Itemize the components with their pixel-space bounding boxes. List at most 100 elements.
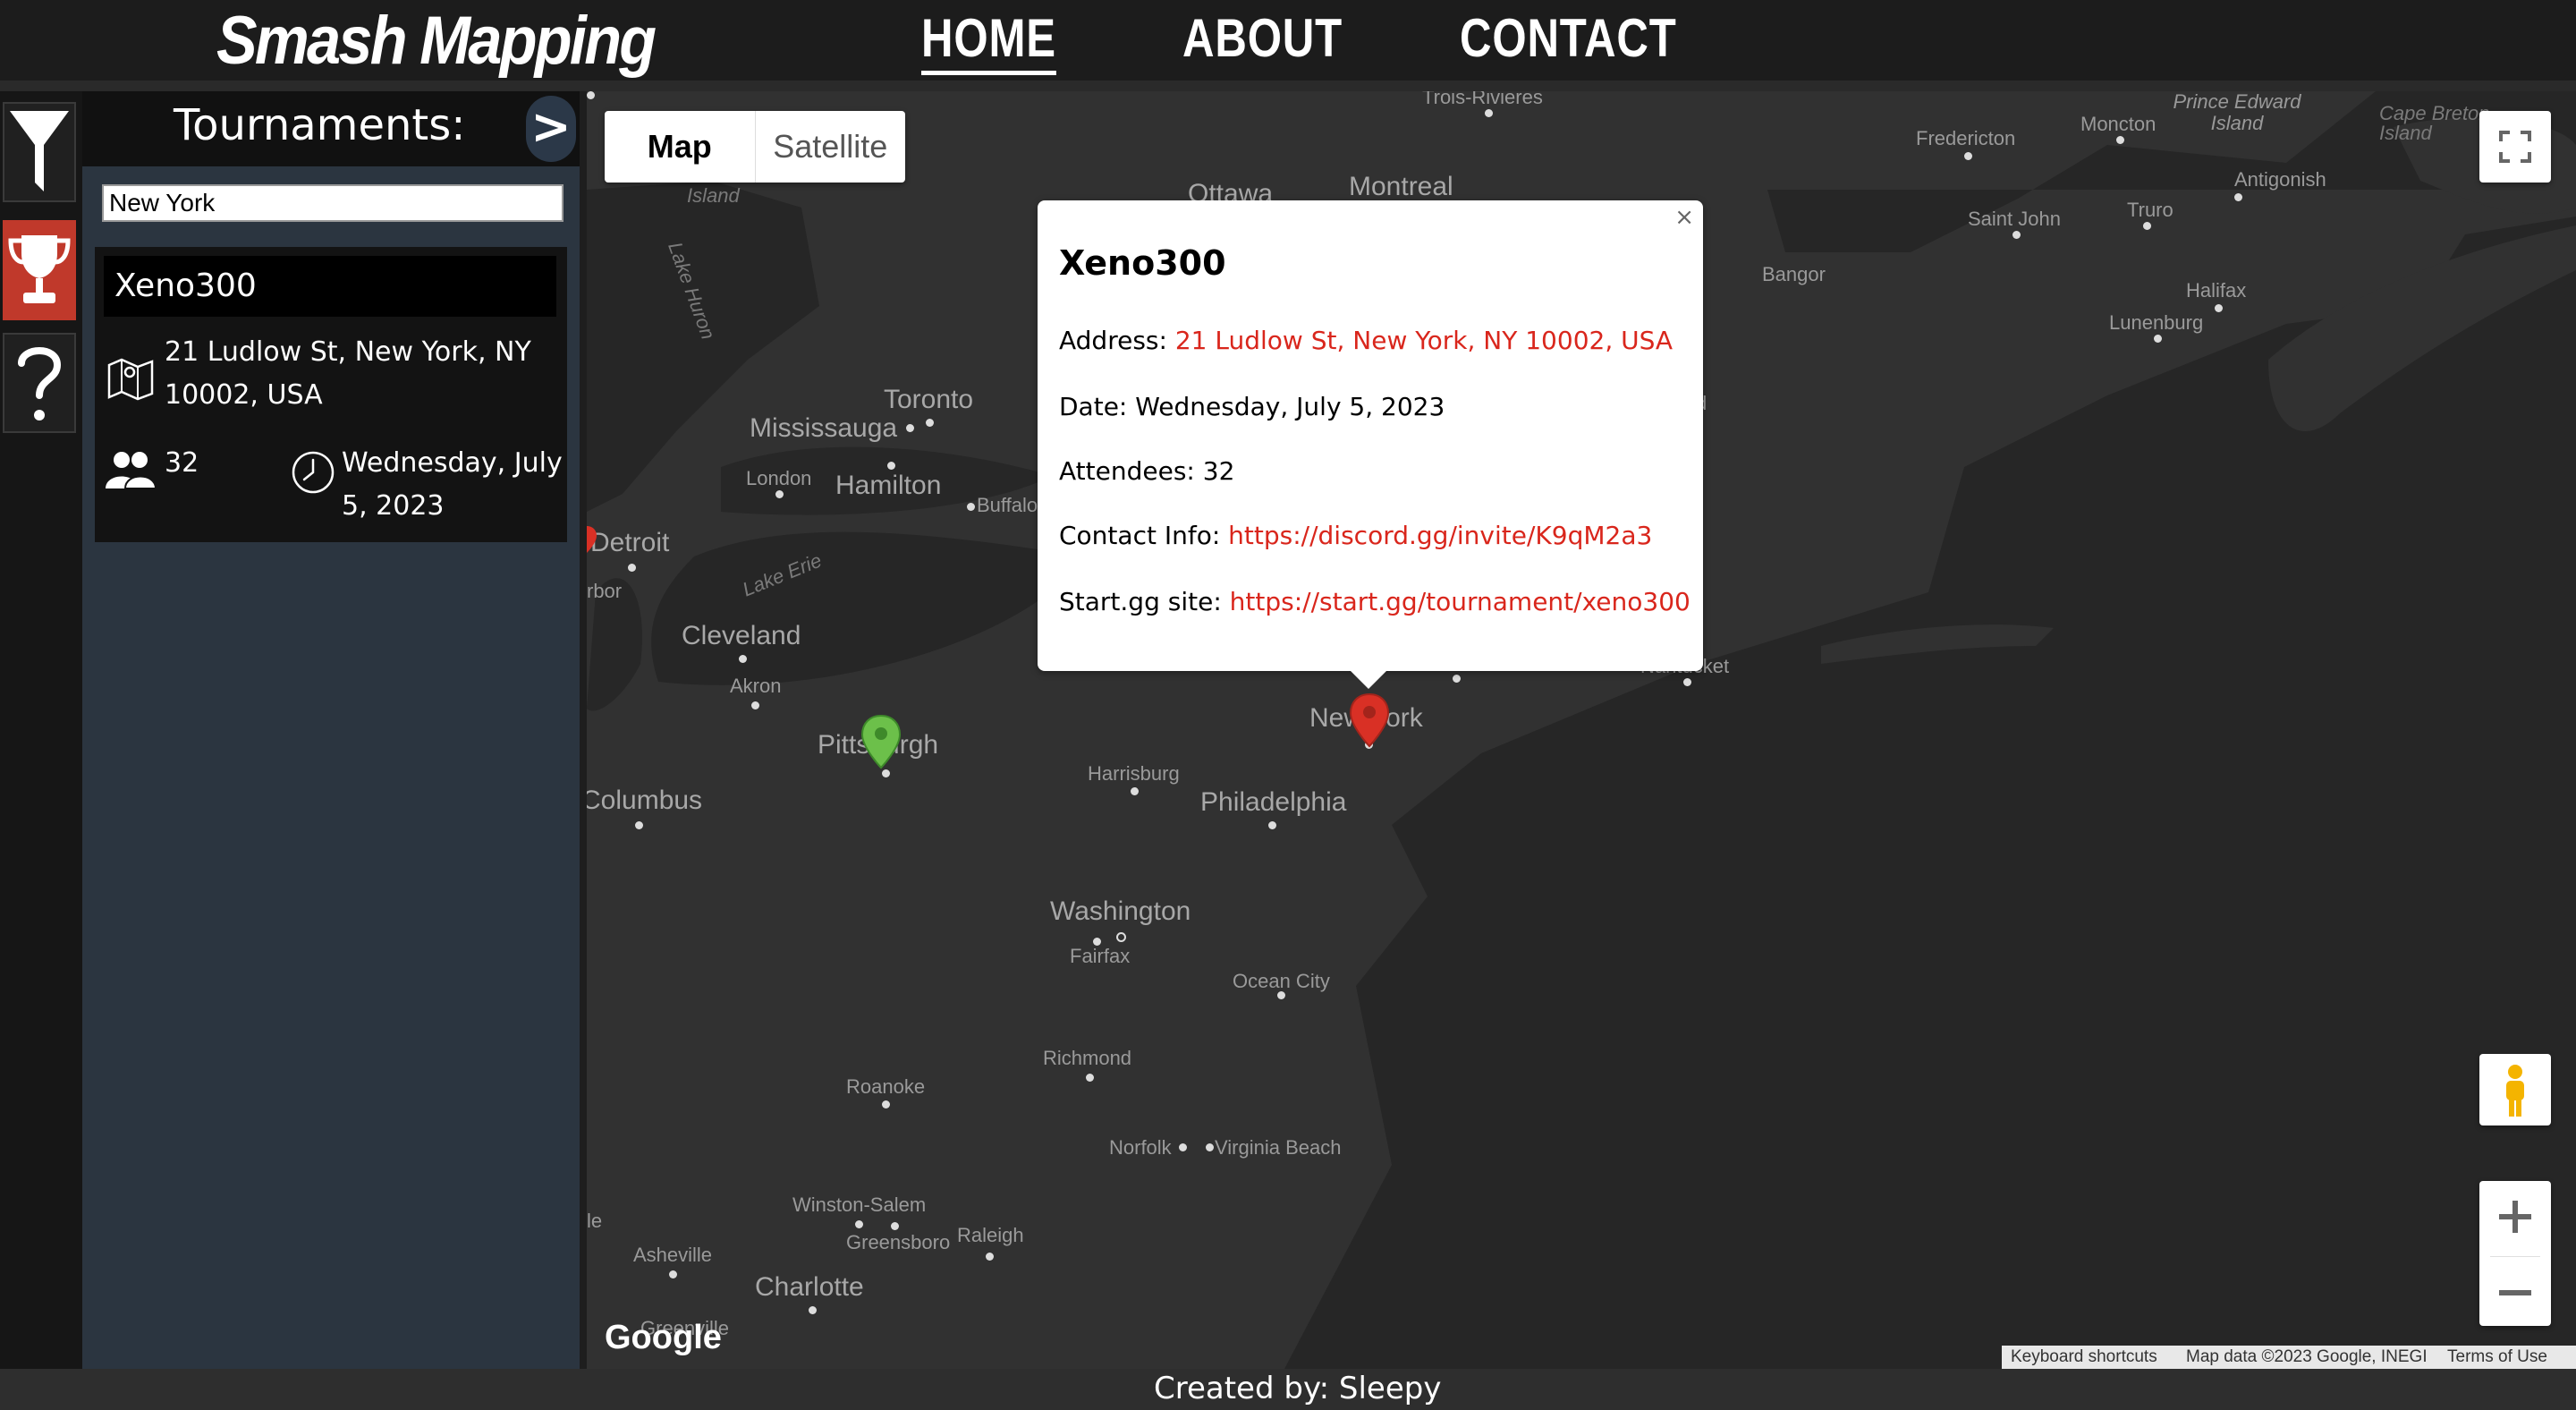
label-charlotte: Charlotte: [755, 1272, 864, 1302]
map-data-attribution: Map data ©2023 Google, INEGI: [2177, 1346, 2451, 1369]
city-dot: [2234, 193, 2242, 201]
site-logo[interactable]: Smash Mapping: [216, 2, 657, 80]
label-harrisburg: Harrisburg: [1088, 762, 1180, 785]
city-dot: [751, 701, 759, 709]
info-startgg-link[interactable]: https://start.gg/tournament/xeno300: [1230, 587, 1690, 616]
label-roanoke: Roanoke: [846, 1075, 926, 1098]
city-dot: [887, 462, 895, 470]
city-dot: [1485, 109, 1493, 117]
city-dot: [967, 503, 975, 511]
pegman-icon: [2506, 1065, 2524, 1117]
top-header: Smash Mapping HOME ABOUT CONTACT: [0, 0, 2576, 91]
city-dot: [635, 821, 643, 829]
city-dot: [587, 91, 595, 99]
footer-credit: Created by: Sleepy: [1154, 1371, 1441, 1406]
city-dot: [2116, 136, 2124, 144]
close-icon[interactable]: ×: [1674, 204, 1694, 231]
city-dot: [1453, 675, 1461, 683]
city-dot: [669, 1270, 677, 1278]
zoom-in-icon[interactable]: [2479, 1181, 2551, 1253]
street-view-button[interactable]: [2479, 1054, 2551, 1125]
label-montreal: Montreal: [1349, 172, 1453, 201]
nav-home-link[interactable]: HOME: [921, 7, 1056, 75]
info-contact-row: Contact Info: https://discord.gg/invite/…: [1059, 521, 1652, 550]
terms-of-use-link[interactable]: Terms of Use: [2438, 1346, 2576, 1369]
panel-collapse-button[interactable]: >: [526, 96, 576, 162]
tournament-panel: Tournaments: > Xeno300 21 Ludlow St, New…: [82, 91, 580, 1369]
tournament-name: Xeno300: [104, 256, 556, 317]
label-winston-salem: Winston-Salem: [792, 1193, 927, 1216]
info-window-title: Xeno300: [1059, 243, 1226, 283]
label-trois-rivieres: Trois-Rivieres: [1422, 91, 1543, 108]
tournament-card[interactable]: Xeno300 21 Ludlow St, New York, NY 10002…: [95, 247, 567, 542]
page-footer: Created by: Sleepy: [0, 1369, 2576, 1410]
tournament-date: Wednesday, July 5, 2023: [342, 447, 563, 522]
label-island: Island: [687, 184, 740, 207]
info-address-link[interactable]: 21 Ludlow St, New York, NY 10002, USA: [1175, 326, 1673, 355]
info-window-tail: [1349, 669, 1388, 689]
city-dot: [1964, 152, 1972, 160]
city-dot: [2154, 335, 2162, 343]
label-ocean-city: Ocean City: [1233, 970, 1330, 992]
nav-contact-link[interactable]: CONTACT: [1460, 7, 1677, 69]
nav-about-link[interactable]: ABOUT: [1182, 7, 1343, 69]
city-dot: [1179, 1143, 1187, 1151]
location-search-input[interactable]: [102, 184, 564, 222]
label-arbor: rbor: [587, 580, 623, 602]
label-london: London: [746, 467, 812, 489]
panel-title: Tournaments:: [174, 100, 466, 150]
city-dot: [906, 424, 914, 432]
help-icon: [18, 347, 62, 420]
city-dot: [739, 655, 747, 663]
info-contact-link[interactable]: https://discord.gg/invite/K9qM2a3: [1228, 521, 1652, 550]
info-address-row: Address: 21 Ludlow St, New York, NY 1000…: [1059, 326, 1673, 355]
city-dot: [2215, 304, 2223, 312]
map-type-map-button[interactable]: Map: [605, 111, 755, 183]
map-marker-icon[interactable]: [1349, 692, 1390, 748]
tournaments-button[interactable]: [3, 220, 76, 320]
city-dot: [926, 419, 934, 427]
label-fairfax: Fairfax: [1070, 945, 1131, 967]
label-halifax: Halifax: [2186, 279, 2247, 302]
label-buffalo: Buffalo: [977, 494, 1038, 516]
capital-dot: [1116, 932, 1126, 942]
label-mississauga: Mississauga: [750, 413, 898, 443]
label-truro: Truro: [2127, 199, 2174, 221]
city-dot: [2143, 222, 2151, 230]
filter-button[interactable]: [3, 102, 76, 202]
label-prince-edward-island: Prince Edward Island: [2173, 91, 2301, 134]
info-address-label: Address:: [1059, 326, 1167, 355]
fullscreen-button[interactable]: [2479, 111, 2551, 183]
city-dot: [986, 1253, 994, 1261]
google-logo: Google: [605, 1319, 722, 1356]
keyboard-shortcuts-link[interactable]: Keyboard shortcuts: [2002, 1346, 2190, 1369]
info-attendees-row: Attendees: 32: [1059, 456, 1234, 486]
zoom-out-icon[interactable]: [2479, 1257, 2551, 1329]
filter-icon: [10, 111, 69, 191]
city-dot: [891, 1222, 899, 1230]
footer-author: Sleepy: [1338, 1371, 1442, 1406]
icon-rail: [0, 91, 82, 1369]
label-bangor: Bangor: [1762, 263, 1826, 285]
city-dot: [1277, 991, 1285, 999]
map-type-satellite-button[interactable]: Satellite: [754, 111, 906, 183]
city-dot: [2012, 231, 2021, 239]
city-dot: [882, 769, 890, 777]
map-marker-icon[interactable]: [587, 524, 597, 555]
info-startgg-row: Start.gg site: https://start.gg/tourname…: [1059, 587, 1690, 616]
map-type-control: Map Satellite: [605, 111, 905, 183]
label-norfolk: Norfolk: [1109, 1136, 1172, 1159]
label-asheville: Asheville: [633, 1244, 713, 1266]
help-button[interactable]: [3, 333, 76, 433]
label-hamilton: Hamilton: [835, 471, 942, 500]
label-toronto: Toronto: [884, 385, 974, 414]
info-date-row: Date: Wednesday, July 5, 2023: [1059, 392, 1445, 421]
tournament-info-window: × Xeno300 Address: 21 Ludlow St, New Yor…: [1038, 200, 1703, 689]
footer-prefix: Created by:: [1154, 1371, 1330, 1406]
tournament-attendees: 32: [165, 447, 199, 479]
info-contact-label: Contact Info:: [1059, 521, 1221, 550]
info-date-value: Wednesday, July 5, 2023: [1135, 392, 1445, 421]
city-dot: [1268, 821, 1276, 829]
label-raleigh: Raleigh: [957, 1224, 1024, 1246]
map-marker-icon[interactable]: [860, 714, 902, 769]
